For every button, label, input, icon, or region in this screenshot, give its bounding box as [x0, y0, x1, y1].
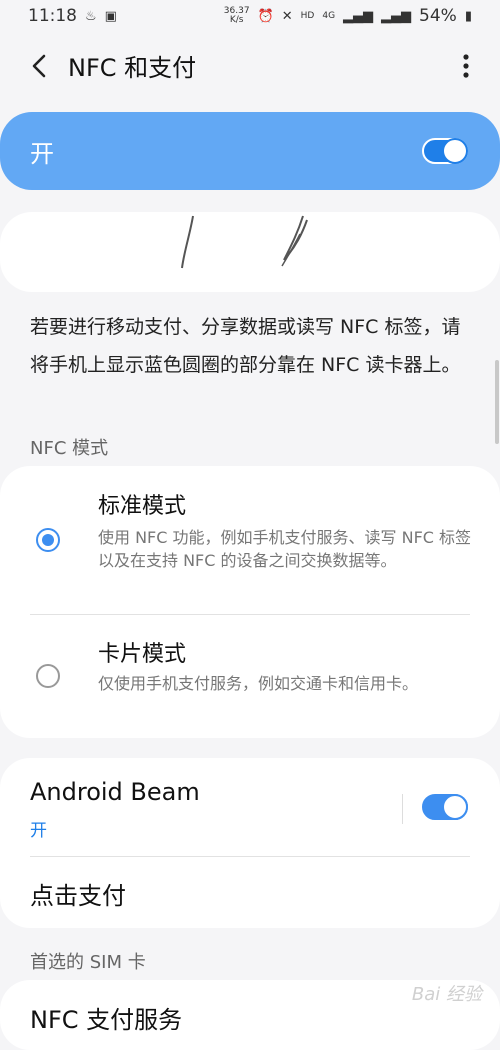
android-beam-row[interactable]: Android Beam 开 [0, 758, 500, 856]
signal-icon: ▂▄▆ [343, 8, 374, 24]
master-toggle-switch[interactable] [422, 138, 468, 164]
watermark-logo: Bai 经验 [411, 984, 482, 1005]
sim-header: 首选的 SIM 卡 [30, 952, 146, 973]
hd-label: HD [300, 11, 315, 21]
tap-pay-title: 点击支付 [30, 882, 126, 910]
divider [30, 614, 470, 615]
master-toggle-row[interactable]: 开 [0, 112, 500, 190]
status-left: 11:18 ♨ ▣ [28, 6, 117, 26]
more-options-icon[interactable] [462, 52, 470, 80]
card-mode-desc: 仅使用手机支付服务，例如交通卡和信用卡。 [98, 674, 419, 693]
image-icon: ▣ [104, 8, 117, 24]
android-beam-status: 开 [30, 821, 47, 841]
back-arrow-icon[interactable] [28, 52, 50, 80]
status-time: 11:18 [28, 6, 77, 26]
tap-pay-row[interactable]: 点击支付 [0, 858, 500, 928]
mute-icon: ✕ [281, 8, 293, 24]
battery-icon: ▮ [464, 8, 472, 24]
phone-illustration-icon [181, 215, 308, 269]
divider [30, 856, 470, 857]
switch-knob [442, 138, 468, 164]
master-toggle-label: 开 [30, 139, 54, 168]
status-right: 36.37 K/s ⏰ ✕ HD 4G ▂▄▆ ▂▄▆ 54% ▮ [224, 6, 472, 26]
android-beam-title: Android Beam [30, 778, 200, 806]
network-4g-label: 4G [322, 11, 336, 21]
alarm-icon: ⏰ [257, 8, 274, 24]
status-bar: 11:18 ♨ ▣ 36.37 K/s ⏰ ✕ HD 4G ▂▄▆ ▂▄▆ 54… [0, 0, 500, 32]
notification-icon: ♨ [85, 8, 97, 24]
standard-mode-desc: 使用 NFC 功能，例如手机支付服务、读写 NFC 标签以及在支持 NFC 的设… [98, 528, 472, 570]
nfc-illustration-card [0, 212, 500, 292]
card-mode-title: 卡片模式 [98, 642, 187, 667]
android-beam-switch[interactable] [422, 794, 468, 820]
app-bar: NFC 和支付 [0, 38, 500, 94]
battery-text: 54% [419, 6, 457, 26]
standard-mode-radio[interactable] [36, 528, 60, 552]
nfc-description: 若要进行移动支付、分享数据或读写 NFC 标签，请将手机上显示蓝色圆圈的部分靠在… [30, 316, 461, 376]
standard-mode-title: 标准模式 [98, 494, 187, 519]
page-title: NFC 和支付 [68, 54, 197, 82]
payment-service-title: NFC 支付服务 [30, 1006, 183, 1034]
nfc-mode-card: 标准模式 使用 NFC 功能，例如手机支付服务、读写 NFC 标签以及在支持 N… [0, 466, 500, 738]
nfc-mode-header: NFC 模式 [30, 438, 109, 459]
beam-pay-card: Android Beam 开 点击支付 [0, 758, 500, 928]
mode-option-card[interactable]: 卡片模式 仅使用手机支付服务，例如交通卡和信用卡。 [0, 616, 500, 736]
net-speed: 36.37 K/s [224, 7, 250, 25]
mode-option-standard[interactable]: 标准模式 使用 NFC 功能，例如手机支付服务、读写 NFC 标签以及在支持 N… [0, 466, 500, 612]
net-speed-unit: K/s [229, 15, 244, 25]
scrollbar-thumb[interactable] [495, 360, 499, 444]
switch-knob [442, 794, 468, 820]
vertical-separator [402, 794, 403, 824]
card-mode-radio[interactable] [36, 664, 60, 688]
signal-icon-2: ▂▄▆ [381, 8, 412, 24]
